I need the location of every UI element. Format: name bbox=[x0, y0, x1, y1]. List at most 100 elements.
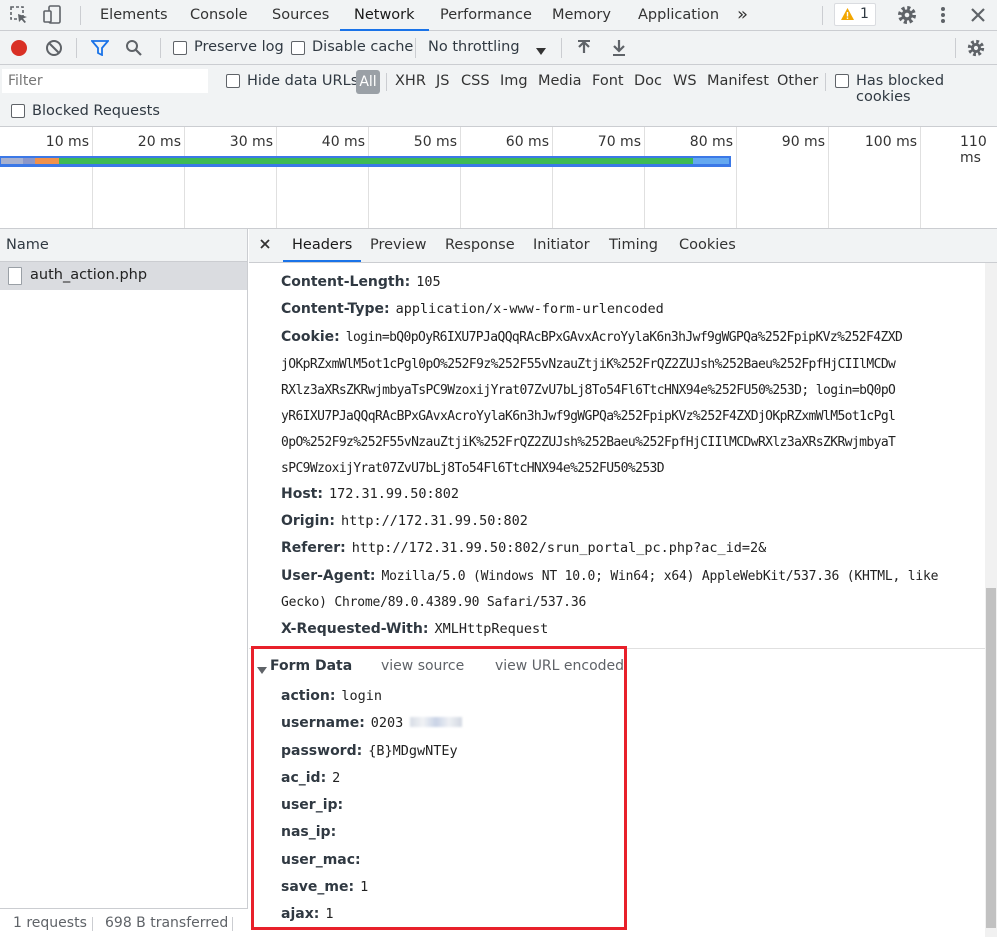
filter-font[interactable]: Font bbox=[592, 73, 624, 89]
hide-data-urls-checkbox[interactable] bbox=[226, 74, 240, 88]
tick-label: 30 ms bbox=[229, 134, 273, 150]
warnings-badge[interactable]: 1 bbox=[834, 3, 876, 26]
inspect-element-icon[interactable] bbox=[8, 4, 30, 26]
export-har-icon[interactable] bbox=[611, 39, 627, 61]
header-x-requested-with: X-Requested-With: XMLHttpRequest bbox=[281, 621, 548, 637]
filter-css[interactable]: CSS bbox=[461, 73, 490, 89]
filter-media[interactable]: Media bbox=[538, 73, 582, 89]
cookie-value-line: sPC9WzoxijYrat07ZvU7bLj8To54Fl6TtcHNX94e… bbox=[281, 461, 665, 476]
header-key: Cookie: bbox=[281, 329, 340, 345]
header-value: 172.31.99.50:802 bbox=[328, 486, 460, 502]
filter-all-button[interactable]: All bbox=[356, 70, 380, 94]
header-key: Content-Length: bbox=[281, 274, 411, 290]
overview-timeline[interactable]: 10 ms 20 ms 30 ms 40 ms 50 ms 60 ms 70 m… bbox=[0, 127, 997, 229]
cookie-value-line: RXlz3aXRsZKRwjmbyaTsPC9WzoxijYrat07ZvU7b… bbox=[281, 383, 896, 398]
header-host: Host: 172.31.99.50:802 bbox=[281, 486, 459, 502]
filter-ws[interactable]: WS bbox=[673, 73, 697, 89]
request-row[interactable]: auth_action.php bbox=[0, 262, 247, 290]
network-toolbar: Preserve log Disable cache No throttling bbox=[0, 31, 997, 65]
tab-network[interactable]: Network bbox=[340, 0, 429, 31]
request-name: auth_action.php bbox=[30, 267, 148, 283]
header-key: User-Agent: bbox=[281, 568, 376, 584]
tab-headers[interactable]: Headers bbox=[283, 229, 362, 262]
tab-console[interactable]: Console bbox=[190, 0, 248, 31]
filter-icon[interactable] bbox=[90, 40, 110, 60]
filter-doc[interactable]: Doc bbox=[634, 73, 662, 89]
transferred-size: 698 B transferred bbox=[105, 915, 229, 931]
document-icon bbox=[8, 267, 22, 285]
filter-other[interactable]: Other bbox=[777, 73, 818, 89]
record-icon[interactable] bbox=[10, 39, 28, 61]
cookie-value-line: yR6IXU7PJaQQqRAcBPxGAvxAcroYylaK6n3hJwf9… bbox=[281, 409, 896, 424]
header-referer: Referer: http://172.31.99.50:802/srun_por… bbox=[281, 540, 766, 556]
tab-preview[interactable]: Preview bbox=[370, 229, 426, 262]
hide-data-urls-label: Hide data URLs bbox=[247, 73, 359, 89]
tab-application[interactable]: Application bbox=[638, 0, 719, 31]
tick-label: 50 ms bbox=[413, 134, 457, 150]
tab-performance[interactable]: Performance bbox=[440, 0, 532, 31]
throttling-select[interactable]: No throttling bbox=[420, 35, 550, 61]
preserve-log-label: Preserve log bbox=[194, 39, 284, 55]
tick-label: 110 ms bbox=[960, 134, 987, 163]
cookie-value-line: jOKpRZxmWlM5ot1cPgl0pO%252F9z%252F55vNza… bbox=[281, 357, 896, 372]
network-settings-gear-icon[interactable] bbox=[966, 38, 986, 62]
filter-xhr[interactable]: XHR bbox=[395, 73, 426, 89]
request-count: 1 requests bbox=[13, 915, 87, 931]
filter-input[interactable] bbox=[2, 69, 208, 93]
disable-cache-checkbox[interactable] bbox=[291, 41, 305, 55]
cookie-value-line: 0pO%252F9z%252F55vNzauZtjiK%252FrQZ2ZUJs… bbox=[281, 435, 896, 450]
tab-timing[interactable]: Timing bbox=[609, 229, 658, 262]
filter-js[interactable]: JS bbox=[436, 73, 449, 89]
header-value: application/x-www-form-urlencoded bbox=[395, 301, 664, 317]
tick-label: 90 ms bbox=[781, 134, 825, 150]
tick-label: 60 ms bbox=[505, 134, 549, 150]
header-key: Referer: bbox=[281, 540, 346, 556]
header-content-type: Content-Type: application/x-www-form-urle… bbox=[281, 301, 664, 317]
name-column-header[interactable]: Name bbox=[0, 229, 247, 262]
header-key: Origin: bbox=[281, 513, 335, 529]
highlight-annotation-box bbox=[251, 646, 627, 930]
details-tab-bar: Headers Preview Response Initiator Timin… bbox=[249, 229, 997, 263]
tab-cookies[interactable]: Cookies bbox=[679, 229, 736, 262]
header-cookie: Cookie: login=bQ0pOyR6IXU7PJaQQqRAcBPxGAv… bbox=[281, 329, 903, 345]
tick-label: 80 ms bbox=[689, 134, 733, 150]
warning-icon bbox=[840, 7, 855, 28]
header-value: Mozilla/5.0 (Windows NT 10.0; Win64; x64… bbox=[381, 569, 939, 584]
user-agent-line: Gecko) Chrome/89.0.4389.90 Safari/537.36 bbox=[281, 595, 587, 610]
clear-icon[interactable] bbox=[45, 39, 63, 61]
filter-manifest[interactable]: Manifest bbox=[707, 73, 769, 89]
header-user-agent: User-Agent: Mozilla/5.0 (Windows NT 10.0;… bbox=[281, 568, 938, 584]
tab-memory[interactable]: Memory bbox=[552, 0, 611, 31]
disable-cache-label: Disable cache bbox=[312, 39, 414, 55]
header-key: Host: bbox=[281, 486, 323, 502]
has-blocked-cookies-label: Has blocked cookies bbox=[856, 73, 945, 105]
kebab-menu-icon[interactable] bbox=[932, 4, 954, 26]
tick-label: 10 ms bbox=[45, 134, 89, 150]
tab-sources[interactable]: Sources bbox=[272, 0, 329, 31]
status-bar: 1 requests 698 B transferred bbox=[0, 908, 248, 937]
tab-initiator[interactable]: Initiator bbox=[533, 229, 590, 262]
header-value: http://172.31.99.50:802 bbox=[341, 513, 528, 529]
import-har-icon[interactable] bbox=[576, 39, 592, 61]
settings-gear-icon[interactable] bbox=[896, 4, 918, 26]
details-scrollbar-thumb[interactable] bbox=[986, 588, 996, 928]
preserve-log-checkbox[interactable] bbox=[173, 41, 187, 55]
blocked-requests-checkbox[interactable] bbox=[11, 104, 25, 118]
has-blocked-cookies-checkbox[interactable] bbox=[835, 74, 849, 88]
filter-img[interactable]: Img bbox=[500, 73, 528, 89]
search-icon[interactable] bbox=[125, 39, 143, 61]
more-tabs-button[interactable]: » bbox=[737, 0, 748, 31]
waterfall-bar bbox=[0, 156, 731, 167]
tick-label: 40 ms bbox=[321, 134, 365, 150]
close-devtools-icon[interactable] bbox=[967, 4, 989, 26]
device-toolbar-icon[interactable] bbox=[42, 4, 64, 26]
tab-response[interactable]: Response bbox=[445, 229, 515, 262]
header-value: 105 bbox=[416, 274, 441, 290]
devtools-tab-bar: Elements Console Sources Network Perform… bbox=[0, 0, 997, 31]
dropdown-arrow-icon bbox=[536, 44, 546, 60]
close-details-icon[interactable] bbox=[259, 238, 271, 254]
blocked-requests-label: Blocked Requests bbox=[32, 103, 160, 119]
tab-elements[interactable]: Elements bbox=[100, 0, 168, 31]
tick-label: 70 ms bbox=[597, 134, 641, 150]
filter-bar: Hide data URLs All XHR JS CSS Img Media … bbox=[0, 65, 997, 127]
